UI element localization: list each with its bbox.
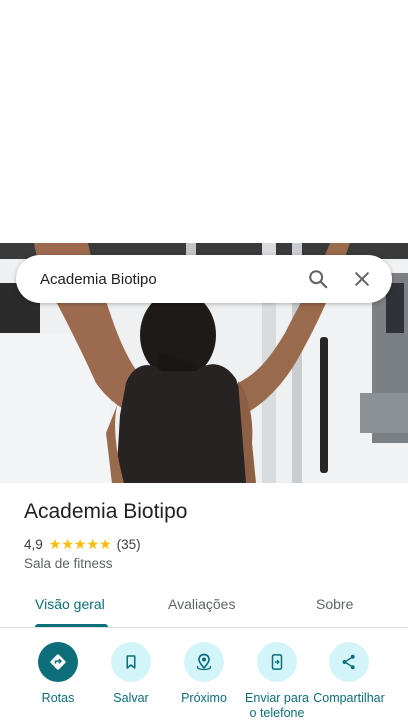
directions-button[interactable]: Rotas (22, 642, 94, 706)
star-icon: ★ (73, 536, 87, 552)
search-icon[interactable] (300, 261, 336, 297)
place-title: Academia Biotipo (24, 500, 188, 523)
star-icon: ★ (86, 536, 100, 552)
save-button[interactable]: Salvar (95, 642, 167, 706)
nearby-label: Próximo (181, 691, 227, 705)
share-button[interactable]: Compartilhar (313, 642, 385, 706)
place-tabs: Visão geral Avaliações Sobre (0, 584, 408, 628)
share-label: Compartilhar (313, 691, 385, 705)
star-icon: ★ (48, 536, 62, 552)
review-count[interactable]: (35) (117, 537, 141, 552)
rating-row[interactable]: 4,9 ★ ★ ★ ★ ★ (35) (24, 536, 141, 552)
star-icon: ★ (61, 536, 74, 552)
active-tab-indicator (35, 624, 108, 627)
save-label: Salvar (113, 691, 149, 705)
search-bar[interactable]: Academia Biotipo (16, 255, 392, 303)
directions-icon (38, 642, 78, 682)
share-icon (329, 642, 369, 682)
bookmark-icon (111, 642, 151, 682)
tab-overview[interactable]: Visão geral (35, 596, 105, 612)
close-icon[interactable] (344, 261, 380, 297)
send-to-phone-icon (257, 642, 297, 682)
search-input[interactable]: Academia Biotipo (40, 271, 292, 288)
action-bar: Rotas Salvar Próximo Enviar para o telef… (0, 640, 408, 726)
nearby-icon (184, 642, 224, 682)
send-to-phone-button[interactable]: Enviar para o telefone (241, 642, 313, 721)
map-blank-area (0, 0, 408, 243)
nearby-button[interactable]: Próximo (168, 642, 240, 706)
send-to-phone-label: Enviar para o telefone (245, 691, 309, 720)
star-icon: ★ (99, 536, 112, 552)
rating-value: 4,9 (24, 536, 43, 552)
place-category: Sala de fitness (24, 556, 113, 571)
tab-reviews[interactable]: Avaliações (168, 596, 235, 612)
tab-about[interactable]: Sobre (316, 596, 353, 612)
star-rating: ★ ★ ★ ★ ★ (49, 536, 112, 552)
directions-label: Rotas (41, 691, 75, 705)
